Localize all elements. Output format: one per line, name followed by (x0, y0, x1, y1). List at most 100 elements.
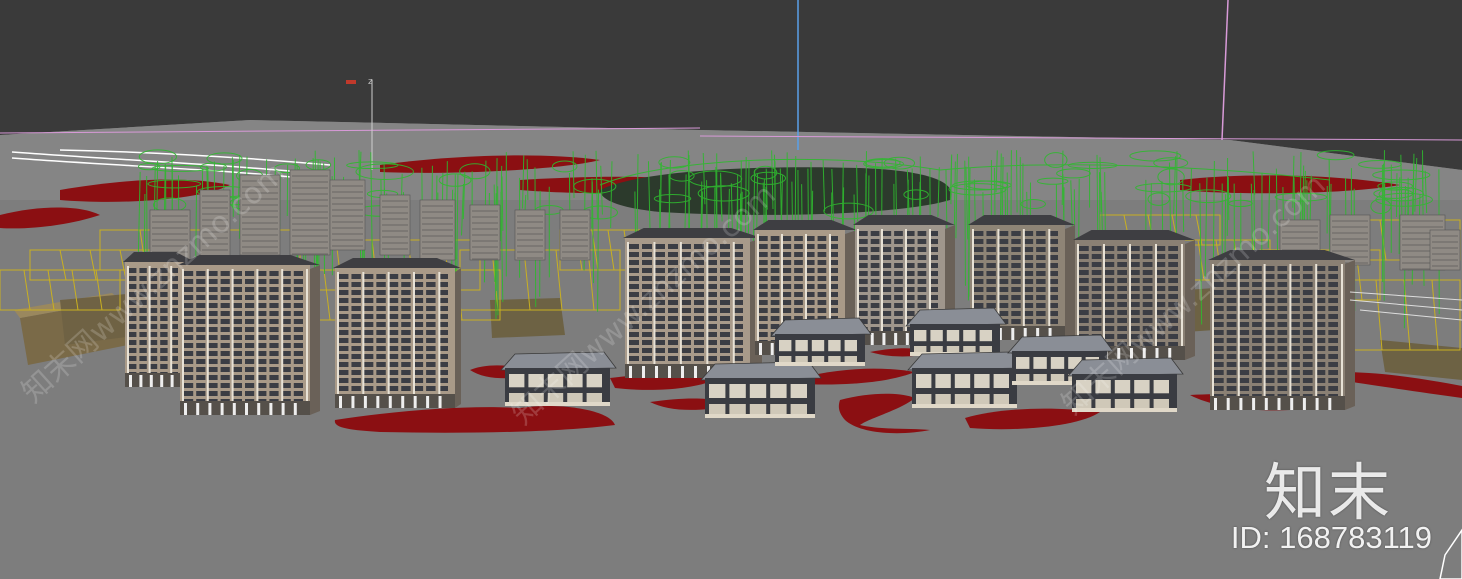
tower-window (245, 287, 255, 292)
tower-window (681, 348, 691, 353)
tower-window (974, 255, 984, 260)
tower-base-column (1252, 398, 1256, 410)
tower-window (894, 319, 903, 324)
tower-window (974, 279, 984, 284)
tower-window (184, 367, 194, 372)
tower-pilaster (1289, 264, 1292, 410)
tower-window (426, 362, 436, 367)
tower-window (668, 324, 678, 329)
villa-window-upper (828, 340, 841, 352)
tower-window (917, 247, 927, 252)
tower-base-column (293, 403, 297, 415)
villa-window-upper (709, 384, 726, 398)
tower-base-column (208, 403, 212, 415)
tower-window (986, 239, 996, 244)
tower-window (894, 303, 903, 308)
tower-window (269, 375, 279, 380)
tower-window (1226, 378, 1237, 383)
tower-window (293, 383, 303, 388)
tower-window (184, 287, 194, 292)
tower-window (363, 322, 374, 327)
tower-window (1011, 303, 1021, 308)
tower-window (859, 303, 868, 308)
tower-window (694, 332, 704, 337)
tower-window (1277, 362, 1288, 367)
tower-window (413, 386, 424, 391)
tower-window (870, 311, 880, 316)
tower-window (859, 287, 868, 292)
tower-base-column (629, 366, 632, 378)
tower-window (376, 330, 386, 335)
tower-window (882, 319, 892, 324)
tower-window (376, 370, 386, 375)
tower-window (917, 271, 927, 276)
tower-window (160, 332, 168, 337)
tower-window (160, 356, 168, 361)
tower-window (1117, 246, 1127, 251)
tower-window (905, 279, 915, 284)
tower-window (1277, 322, 1288, 327)
tower-window (426, 274, 436, 279)
tower-window (629, 268, 639, 273)
tower-window (196, 351, 206, 356)
tower-window (376, 362, 386, 367)
tower-window (376, 298, 386, 303)
villa-window-upper (993, 374, 1009, 388)
tower-window (1104, 246, 1115, 251)
tower-window (1011, 255, 1021, 260)
tower-window (1214, 378, 1224, 383)
tower-base-column (281, 403, 285, 415)
tower-window (707, 356, 717, 361)
distant-tower (514, 209, 546, 261)
tower-window (208, 311, 218, 316)
tower-window (998, 279, 1009, 284)
tower-window (184, 375, 194, 380)
tower-pilaster (757, 234, 759, 355)
tower-window (339, 346, 349, 351)
tower-pilaster (1022, 229, 1025, 340)
tower-window (794, 284, 803, 289)
3d-viewport[interactable]: z 知末网www.znzmo.com 知末网www.znzmo.com 知末网w… (0, 0, 1462, 579)
tower-window (339, 306, 349, 311)
tower-window (363, 338, 374, 343)
villa-window-upper (914, 330, 927, 342)
tower-window (257, 303, 267, 308)
tower-window (363, 362, 374, 367)
tower-window (196, 375, 206, 380)
tower-base-column (232, 403, 236, 415)
tower-window (1104, 326, 1115, 331)
tower-window (1168, 246, 1178, 251)
tower-window (1290, 330, 1300, 335)
villa (770, 317, 872, 366)
tower-window (1264, 330, 1275, 335)
tower-window (720, 268, 730, 273)
tower-window (770, 252, 780, 257)
tower-window (401, 282, 411, 287)
tower-window (817, 252, 827, 257)
tower-window (1328, 386, 1338, 391)
tower-window (293, 311, 303, 316)
tower-window (208, 271, 218, 276)
tower-window (1142, 262, 1153, 267)
tower-window (894, 287, 903, 292)
tower-window (257, 383, 267, 388)
tower-window (363, 346, 374, 351)
tower-window (905, 247, 915, 252)
tower-window (401, 370, 411, 375)
tower-window (1023, 287, 1034, 292)
tower-window (759, 308, 768, 313)
tower-base-column (1239, 398, 1243, 410)
tower-window (257, 359, 267, 364)
tower-window (184, 295, 194, 300)
tower-window (859, 271, 868, 276)
tower-window (413, 378, 424, 383)
tower-window (139, 340, 147, 345)
tower-window (363, 386, 374, 391)
tower-base-column (668, 366, 671, 378)
tower-window (642, 348, 652, 353)
tower-window (351, 378, 361, 383)
tower-window (1079, 246, 1089, 251)
tower-window (257, 311, 267, 316)
tower-window (208, 279, 218, 284)
tower-window (269, 367, 279, 372)
